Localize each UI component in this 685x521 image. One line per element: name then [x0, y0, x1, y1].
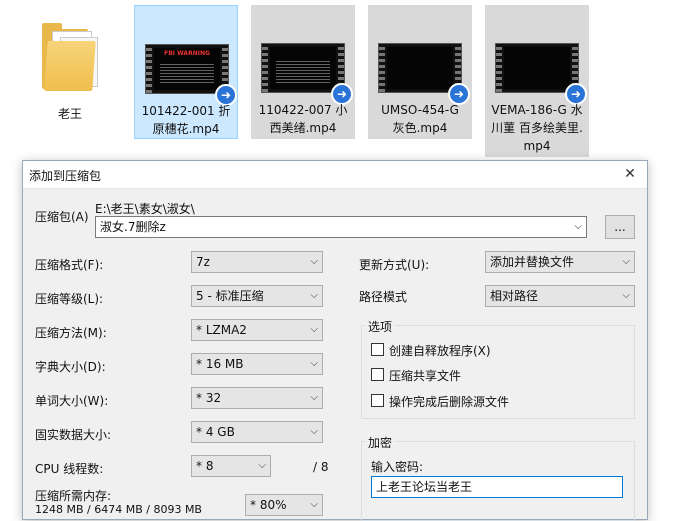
- level-label: 压缩等级(L):: [35, 292, 104, 306]
- update-select[interactable]: 添加并替换文件 ⌵: [485, 251, 635, 273]
- threads-select[interactable]: * 8 ⌵: [191, 455, 271, 477]
- chevron-down-icon: ⌵: [622, 256, 630, 267]
- method-label: 压缩方法(M):: [35, 326, 107, 340]
- chevron-down-icon: ⌵: [310, 426, 318, 437]
- chevron-down-icon: ⌵: [310, 290, 318, 301]
- chevron-down-icon: ⌵: [310, 392, 318, 403]
- chevron-down-icon: ⌵: [310, 324, 318, 335]
- dict-select[interactable]: * 16 MB ⌵: [191, 353, 323, 375]
- video-thumbnail: ➜: [257, 13, 353, 105]
- file-view: 老王 FBI WARNING ➜ 101422-001 折原穗花.mp4 ➜ 1…: [0, 0, 685, 160]
- fbi-warning-text: FBI WARNING: [164, 50, 210, 57]
- dict-label: 字典大小(D):: [35, 360, 106, 374]
- chevron-down-icon: ⌵: [310, 499, 318, 510]
- checkbox-box[interactable]: [371, 368, 384, 381]
- video-thumbnail: FBI WARNING ➜: [141, 14, 237, 106]
- video-thumbnail: ➜: [491, 13, 587, 105]
- chevron-down-icon[interactable]: ⌵: [574, 217, 582, 237]
- memory-select[interactable]: * 80% ⌵: [245, 494, 323, 516]
- encryption-title: 加密: [365, 434, 396, 451]
- threads-label: CPU 线程数:: [35, 462, 104, 476]
- threads-max: / 8: [313, 460, 329, 474]
- format-select[interactable]: 7z ⌵: [191, 251, 323, 273]
- video-name: 110422-007 小西美绪.mp4: [258, 103, 348, 135]
- word-label: 单词大小(W):: [35, 394, 109, 408]
- format-label: 压缩格式(F):: [35, 258, 104, 272]
- path-mode-label: 路径模式: [359, 290, 408, 304]
- folder-icon: [24, 13, 116, 97]
- chevron-down-icon: ⌵: [258, 460, 266, 471]
- video-tile-2[interactable]: ➜ 110422-007 小西美绪.mp4: [251, 5, 355, 139]
- archive-path: E:\老王\素女\淑女\: [95, 202, 195, 216]
- solid-select[interactable]: * 4 GB ⌵: [191, 421, 323, 443]
- browse-button[interactable]: ...: [605, 215, 635, 239]
- checkbox-box[interactable]: [371, 394, 384, 407]
- video-name: VEMA-186-G 水川菫 百多绘美里. mp4: [491, 103, 583, 153]
- checkbox-shared[interactable]: 压缩共享文件: [371, 367, 571, 383]
- close-icon[interactable]: ✕: [613, 161, 647, 188]
- add-to-archive-dialog: 添加到压缩包 ✕ 压缩包(A) E:\老王\素女\淑女\ 淑女.7删除z ⌵ .…: [22, 160, 648, 521]
- password-input[interactable]: 上老王论坛当老王: [371, 476, 623, 498]
- dialog-title: 添加到压缩包: [29, 169, 102, 183]
- path-mode-select[interactable]: 相对路径 ⌵: [485, 285, 635, 307]
- memory-label: 压缩所需内存:: [35, 489, 112, 503]
- folder-tile[interactable]: 老王: [18, 5, 122, 123]
- archive-name-combo[interactable]: 淑女.7删除z ⌵: [95, 216, 587, 238]
- video-name: UMSO-454-G 灰色.mp4: [381, 103, 459, 135]
- video-thumbnail: ➜: [374, 13, 470, 105]
- video-tile-1[interactable]: FBI WARNING ➜ 101422-001 折原穗花.mp4: [134, 5, 238, 139]
- video-tile-4[interactable]: ➜ VEMA-186-G 水川菫 百多绘美里. mp4: [485, 5, 589, 157]
- dialog-titlebar: 添加到压缩包 ✕: [23, 161, 647, 189]
- options-title: 选项: [365, 318, 396, 335]
- video-name: 101422-001 折原穗花.mp4: [141, 104, 231, 136]
- password-label: 输入密码:: [371, 460, 424, 474]
- archive-label: 压缩包(A): [35, 210, 89, 224]
- update-label: 更新方式(U):: [359, 258, 430, 272]
- memory-detail: 1248 MB / 6474 MB / 8093 MB: [35, 503, 202, 516]
- chevron-down-icon: ⌵: [310, 256, 318, 267]
- checkbox-delete-source[interactable]: 操作完成后删除源文件: [371, 393, 571, 409]
- solid-label: 固实数据大小:: [35, 428, 112, 442]
- chevron-down-icon: ⌵: [622, 290, 630, 301]
- checkbox-box[interactable]: [371, 343, 384, 356]
- video-tile-3[interactable]: ➜ UMSO-454-G 灰色.mp4: [368, 5, 472, 139]
- checkbox-sfx[interactable]: 创建自释放程序(X): [371, 342, 571, 358]
- level-select[interactable]: 5 - 标准压缩 ⌵: [191, 285, 323, 307]
- word-select[interactable]: * 32 ⌵: [191, 387, 323, 409]
- chevron-down-icon: ⌵: [310, 358, 318, 369]
- method-select[interactable]: * LZMA2 ⌵: [191, 319, 323, 341]
- folder-name: 老王: [57, 107, 82, 121]
